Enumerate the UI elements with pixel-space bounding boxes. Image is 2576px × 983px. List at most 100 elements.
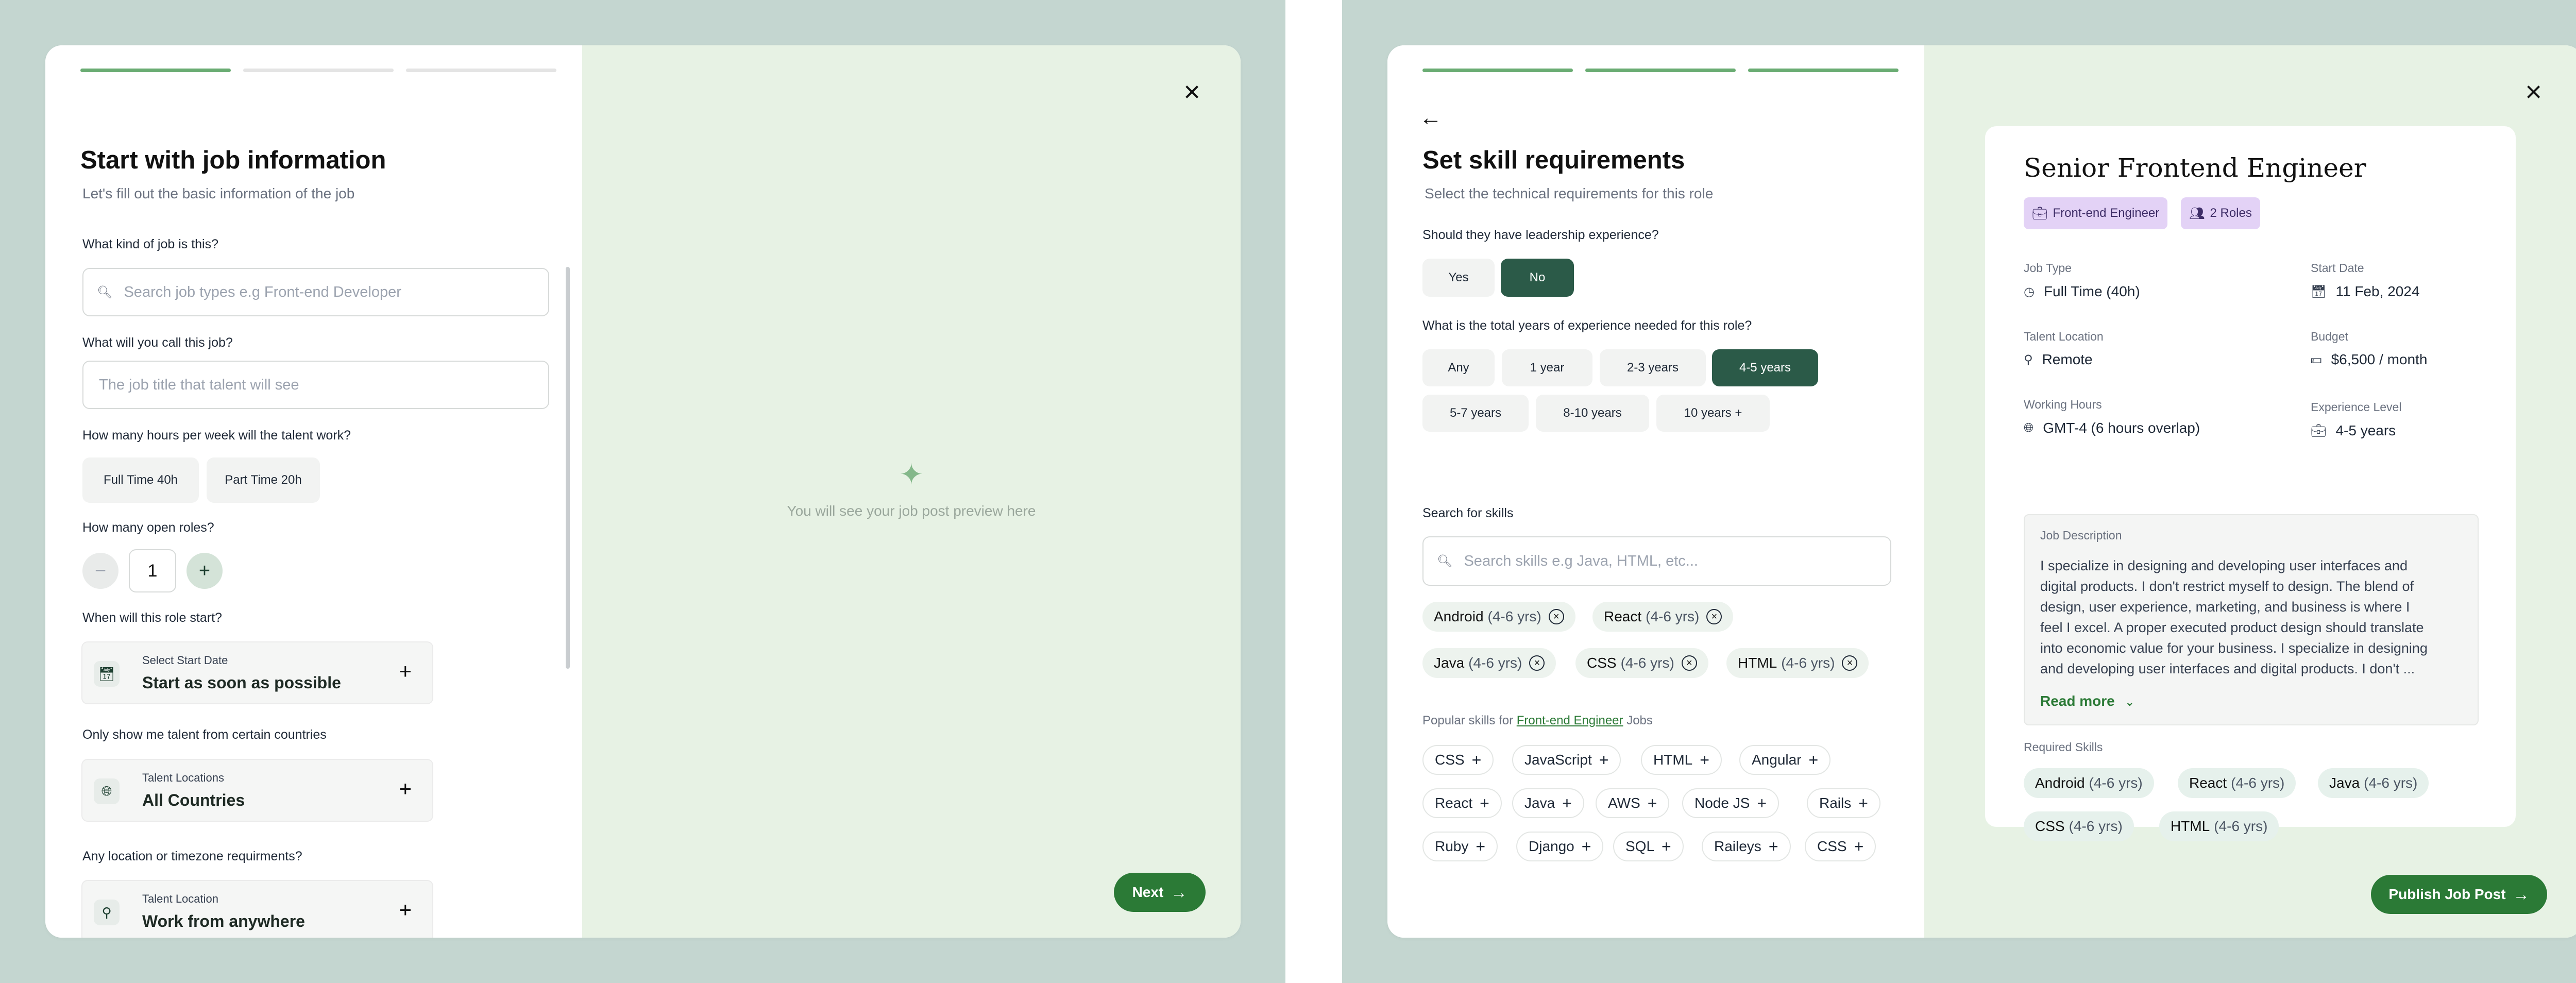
selected-skill-chip: Android (4-6 yrs) × [1422,602,1575,632]
start-date-value: Start as soon as possible [142,673,341,692]
skill-name: React [1604,608,1642,624]
clock-icon: ◷ [2024,284,2035,299]
increment-roles-button[interactable]: + [187,553,223,589]
experience-2-3-years-option[interactable]: 2-3 years [1600,349,1706,386]
job-kind-label: What kind of job is this? [82,237,219,251]
arrow-right-icon: → [1171,883,1188,902]
popular-skill-chip[interactable]: SQL + [1613,832,1684,861]
roles-count-label: 2 Roles [2210,206,2252,220]
skill-name: Django [1529,838,1574,854]
preview-empty-text: You will see your job post preview here [787,503,1036,519]
calendar-icon: 📅︎ [94,661,120,687]
decrement-roles-button[interactable]: − [82,553,118,589]
plus-icon: + [1768,837,1778,856]
start-date-selector[interactable]: 📅︎ Select Start Date Start as soon as po… [81,641,433,704]
job-type-search-input[interactable]: 🔍︎ Search job types e.g Front-end Develo… [82,268,549,316]
popular-skill-chip[interactable]: Java + [1512,788,1584,818]
selected-skill-chip: Java (4-6 yrs) × [1422,648,1556,678]
leadership-no-option[interactable]: No [1501,259,1574,297]
skill-name: Java [2329,775,2360,791]
plus-icon[interactable]: + [399,659,412,684]
popular-role-link[interactable]: Front-end Engineer [1517,714,1623,727]
back-arrow-icon[interactable]: ← [1419,105,1442,131]
preview-panel: × ✦ You will see your job post preview h… [582,45,1241,938]
remove-circle-icon[interactable]: × [1548,609,1564,624]
job-info-modal: Start with job information Let's fill ou… [45,45,1241,938]
remove-circle-icon[interactable]: × [1681,655,1697,671]
talent-locations-selector[interactable]: 🌐︎ Talent Locations All Countries + [81,759,433,822]
search-icon: 🔍︎ [1437,554,1453,568]
search-icon: 🔍︎ [97,285,113,299]
popular-skill-chip[interactable]: AWS + [1596,788,1670,818]
popular-skill-chip[interactable]: CSS + [1805,832,1876,861]
plus-icon[interactable]: + [399,897,412,922]
job-title-heading: Senior Frontend Engineer [2024,153,2366,183]
popular-skill-chip[interactable]: Node JS + [1682,788,1780,818]
job-type-label: Job Type [2024,261,2072,275]
globe-icon: 🌐︎ [94,778,120,804]
users-icon: 👥︎ [2189,206,2205,221]
experience-level-text: 4-5 years [2335,422,2396,438]
popular-skill-chip[interactable]: Django + [1516,832,1604,861]
experience-8-10-years-option[interactable]: 8-10 years [1536,395,1649,432]
talent-locations-value: All Countries [142,791,245,809]
part-time-option[interactable]: Part Time 20h [207,457,320,503]
skill-name: CSS [1435,752,1465,768]
experience-4-5-years-option[interactable]: 4-5 years [1712,349,1818,386]
popular-skill-chip[interactable]: Rails + [1807,788,1880,818]
form-scrollbar[interactable] [566,267,570,669]
job-description-box: Job Description I specialize in designin… [2024,514,2479,725]
full-time-option[interactable]: Full Time 40h [82,457,199,503]
budget-value: 💵︎ $6,500 / month [2311,351,2427,368]
page-subtitle: Let's fill out the basic information of … [82,185,355,201]
popular-skill-chip[interactable]: React + [1422,788,1502,818]
skill-years: (4-6 yrs) [2089,775,2143,791]
close-icon[interactable]: × [2525,77,2542,106]
selected-skill-chip: HTML (4-6 yrs) × [1726,648,1869,678]
popular-skill-chip[interactable]: Angular + [1739,745,1831,775]
remove-circle-icon[interactable]: × [1529,655,1545,671]
close-icon[interactable]: × [1183,77,1200,106]
leadership-label: Should they have leadership experience? [1422,228,1659,242]
skill-name: CSS [1587,655,1617,671]
experience-1-year-option[interactable]: 1 year [1502,349,1592,386]
selected-skill-chip: React (4-6 yrs) × [1592,602,1734,632]
popular-skill-chip[interactable]: Raileys + [1702,832,1791,861]
skill-name: HTML [1653,752,1693,768]
popular-skill-chip[interactable]: CSS + [1422,745,1494,775]
roles-label: How many open roles? [82,520,214,535]
white-divider-band [1285,0,1342,983]
experience-any-option[interactable]: Any [1422,349,1495,386]
chevron-down-icon: ⌄ [2125,696,2134,708]
required-skill-chip: React (4-6 yrs) [2178,768,2296,798]
talent-location-selector[interactable]: ⚲ Talent Location Work from anywhere + [81,880,433,938]
leadership-yes-option[interactable]: Yes [1422,259,1495,297]
popular-skill-chip[interactable]: HTML + [1641,745,1722,775]
skills-search-input[interactable]: 🔍︎ Search skills e.g Java, HTML, etc... [1422,536,1891,586]
experience-10-plus-option[interactable]: 10 years + [1656,395,1770,432]
talent-location-value: Work from anywhere [142,912,305,930]
roles-count-field[interactable]: 1 [129,549,176,592]
next-button[interactable]: Next → [1114,873,1206,912]
publish-button-label: Publish Job Post [2388,886,2506,902]
plus-icon: + [1808,750,1819,769]
skill-name: React [2189,775,2227,791]
read-more-link[interactable]: Read more ⌄ [2040,693,2134,709]
skill-name: Ruby [1435,838,1469,854]
form-panel: ← Set skill requirements Select the tech… [1387,45,1924,938]
role-tag-label: Front-end Engineer [2053,206,2160,220]
skill-name: Raileys [1714,838,1761,854]
remove-circle-icon[interactable]: × [1842,655,1858,671]
plus-icon[interactable]: + [399,776,412,801]
skill-name: Android [2035,775,2085,791]
experience-5-7-years-option[interactable]: 5-7 years [1422,395,1529,432]
popular-skill-chip[interactable]: Ruby + [1422,832,1498,861]
talent-location-caption: Talent Location [142,892,218,905]
remove-circle-icon[interactable]: × [1706,609,1722,624]
publish-job-post-button[interactable]: Publish Job Post → [2371,875,2547,914]
description-line: feel I excel. A proper executed product … [2040,620,2424,635]
description-line: digital products. I don't restrict mysel… [2040,579,2414,594]
plus-icon: + [1700,750,1709,769]
job-title-input[interactable]: The job title that talent will see [82,361,549,409]
popular-skill-chip[interactable]: JavaScript + [1512,745,1621,775]
